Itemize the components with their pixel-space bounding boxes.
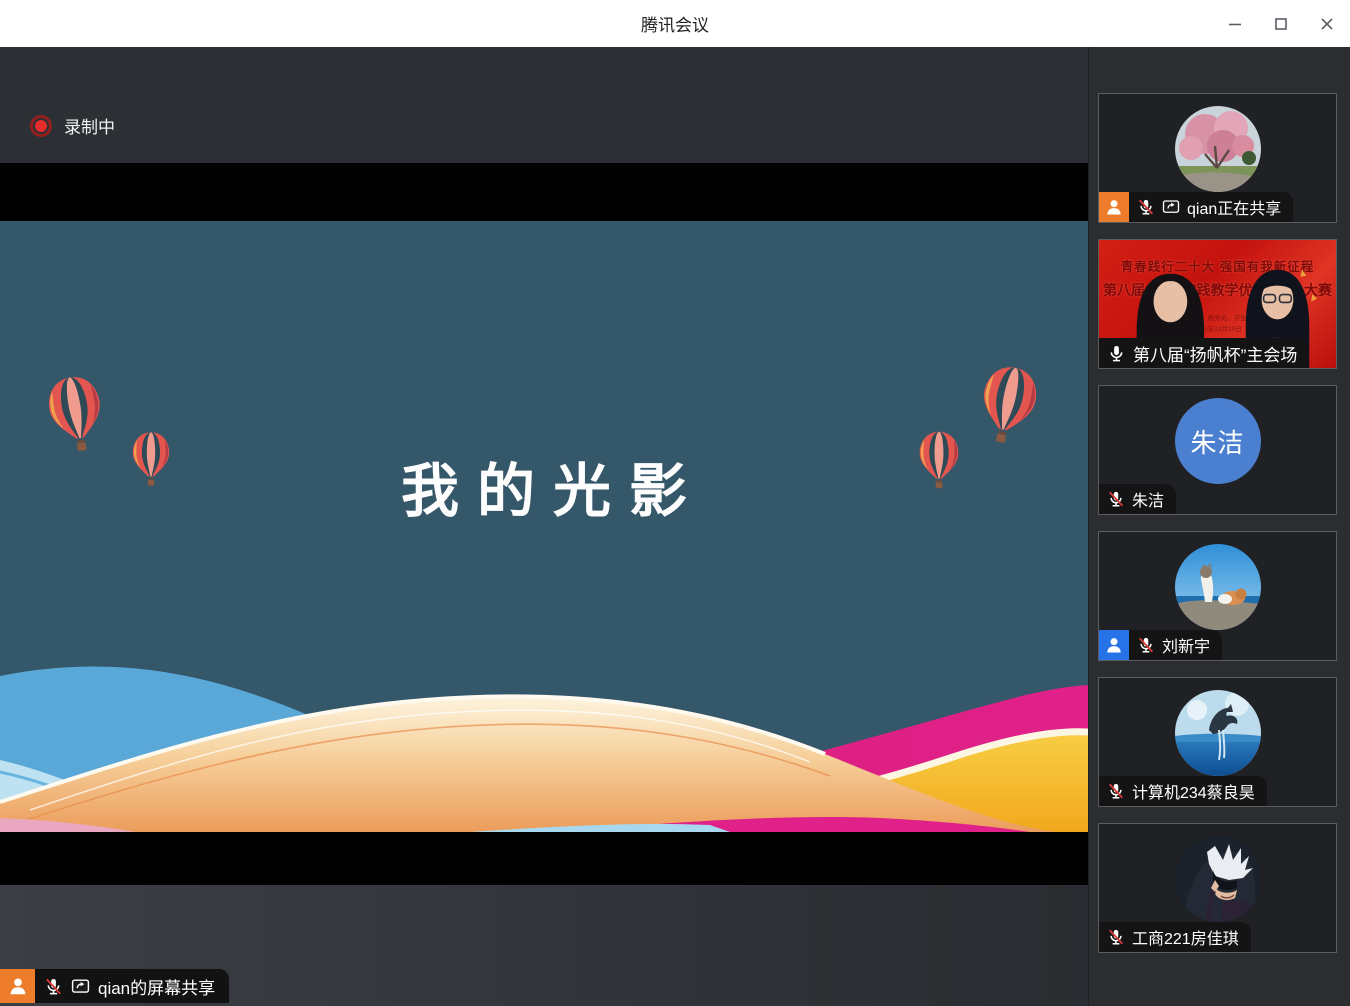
recording-icon: [30, 115, 52, 137]
minimize-button[interactable]: [1212, 0, 1258, 47]
participant-tile[interactable]: 工商221房佳琪: [1098, 823, 1337, 953]
participant-tile[interactable]: 朱洁 朱洁: [1098, 385, 1337, 515]
person-icon: [1104, 197, 1124, 217]
host-badge: [0, 969, 35, 1003]
letterbox-top: [0, 163, 1088, 221]
mic-muted-icon: [1137, 198, 1155, 216]
screen-share-label-bar: qian的屏幕共享: [0, 969, 229, 1003]
participant-name: 朱洁: [1132, 487, 1164, 511]
window-title: 腾讯会议: [641, 11, 709, 36]
shared-screen-stage[interactable]: 我的光影: [0, 47, 1088, 1006]
mic-muted-icon: [1107, 782, 1125, 800]
recording-label: 录制中: [64, 113, 115, 138]
presentation-slide: 我的光影: [0, 221, 1088, 832]
avatar: [1175, 836, 1261, 922]
participant-tile[interactable]: 刘新宇: [1098, 531, 1337, 661]
mic-muted-icon: [44, 977, 63, 996]
screen-share-icon: [1162, 198, 1180, 216]
hot-air-balloon-icon: [39, 371, 113, 457]
participant-tile[interactable]: qian正在共享: [1098, 93, 1337, 223]
app-window: 腾讯会议 我的光影: [0, 0, 1350, 1006]
host-badge: [1099, 192, 1129, 222]
participant-tile[interactable]: 青春践行二十大 强国有我新征程 第八届 实践教学优秀 大赛 思主义学院、教务处、…: [1098, 239, 1337, 369]
screen-share-icon: [71, 977, 90, 996]
meeting-main-area: 我的光影: [0, 47, 1350, 1006]
participants-sidebar: qian正在共享 青春践行二十大 强国有我新征程 第八届 实践教学优秀 大赛 思…: [1088, 47, 1350, 1006]
maximize-button[interactable]: [1258, 0, 1304, 47]
cohost-badge: [1099, 630, 1129, 660]
avatar: [1175, 106, 1261, 192]
titlebar: 腾讯会议: [0, 0, 1350, 47]
participant-name: 第八届“扬帆杯”主会场: [1133, 341, 1297, 366]
participant-name: 计算机234蔡良昊: [1132, 779, 1255, 803]
hot-air-balloon-icon: [130, 431, 172, 487]
participant-tile[interactable]: 计算机234蔡良昊: [1098, 677, 1337, 807]
avatar: [1175, 544, 1261, 630]
mic-muted-icon: [1107, 928, 1125, 946]
recording-indicator: 录制中: [30, 113, 115, 138]
share-label: qian的屏幕共享: [98, 974, 215, 999]
mic-muted-icon: [1137, 636, 1155, 654]
participant-name: 刘新宇: [1162, 633, 1210, 657]
participant-name: 工商221房佳琪: [1132, 925, 1239, 949]
participant-name: qian正在共享: [1187, 195, 1281, 219]
avatar: 朱洁: [1175, 398, 1261, 484]
close-button[interactable]: [1304, 0, 1350, 47]
person-icon: [7, 975, 29, 997]
person-icon: [1104, 635, 1124, 655]
avatar: [1175, 690, 1261, 776]
hot-air-balloon-icon: [969, 360, 1048, 450]
mic-on-icon: [1107, 344, 1126, 363]
hot-air-balloon-icon: [916, 431, 962, 489]
letterbox-bottom: [0, 832, 1088, 885]
mic-muted-icon: [1107, 490, 1125, 508]
decorative-waves: [0, 642, 1088, 832]
